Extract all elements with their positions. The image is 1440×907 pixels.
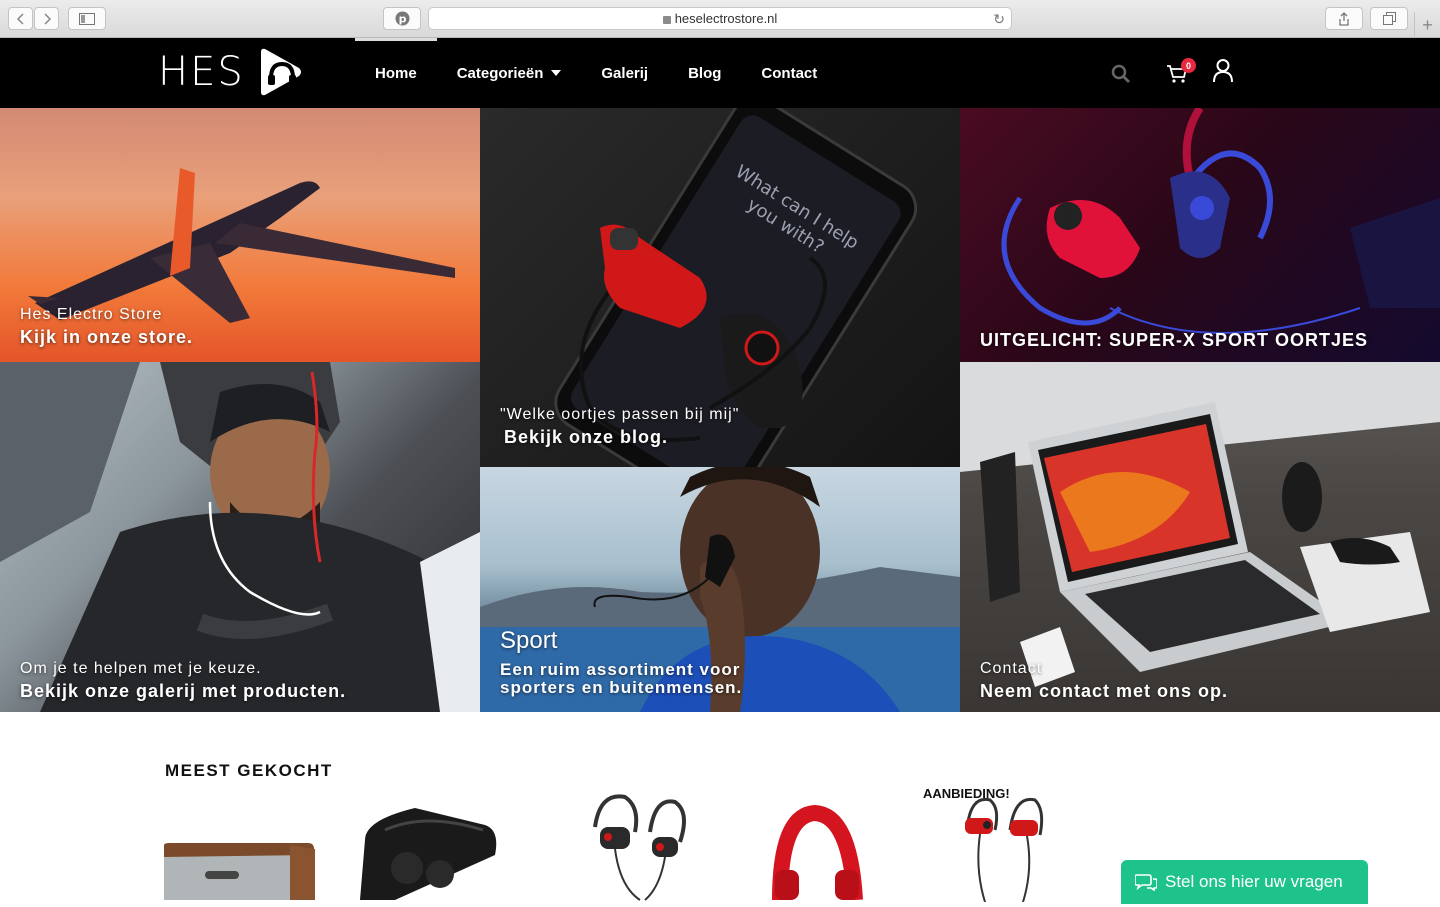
nav-categories[interactable]: Categorieën (437, 38, 582, 108)
tile-gallery-text: Om je te helpen met je keuze. Bekijk onz… (20, 660, 346, 702)
forward-button[interactable] (34, 7, 59, 30)
nav-blog-label: Blog (688, 64, 722, 82)
sport-earbuds-image (593, 794, 686, 901)
most-bought-title: MEEST GEKOCHT (165, 761, 333, 780)
tile-blog-small: "Welke oortjes passen bij mij" (500, 406, 740, 423)
chat-label: Stel ons hier uw vragen (1165, 872, 1343, 891)
tile-sport-desc: Een ruim assortiment voor sporters en bu… (500, 660, 743, 697)
chevron-right-icon (43, 12, 51, 25)
play-headphones-logo-icon (260, 48, 301, 96)
pinterest-button[interactable]: p (383, 7, 421, 30)
tile-store[interactable]: Hes Electro Store Kijk in onze store. (0, 108, 480, 362)
address-bar[interactable]: heselectrostore.nl ↻ (428, 7, 1012, 30)
product-red-headphones[interactable] (770, 804, 865, 905)
tabs-overview-button[interactable] (1370, 7, 1408, 30)
main-nav: Home Categorieën Galerij Blog Contact (355, 38, 837, 108)
tile-gallery[interactable]: Om je te helpen met je keuze. Bekijk onz… (0, 362, 480, 712)
nav-home[interactable]: Home (355, 38, 437, 108)
tile-contact-big: Neem contact met ons op. (980, 681, 1229, 701)
red-headphones-image (772, 804, 863, 901)
nav-categories-label: Categorieën (456, 64, 544, 82)
reload-icon[interactable]: ↻ (993, 11, 1005, 28)
search-icon (1111, 64, 1130, 83)
product-wireless-earbuds[interactable] (355, 800, 505, 905)
tile-blog[interactable]: What can I help you with? "Welke oortjes… (480, 108, 960, 468)
tile-gallery-small: Om je te helpen met je keuze. (20, 660, 262, 677)
tile-blog-big: Bekijk onze blog. (504, 427, 669, 447)
share-icon (1339, 11, 1349, 26)
pinterest-icon: p (395, 11, 409, 26)
tile-sport-title: Sport (500, 627, 558, 654)
speaker-image (164, 843, 315, 900)
sidebar-toggle-button[interactable] (68, 7, 106, 30)
tile-contact[interactable]: Contact Neem contact met ons op. (960, 362, 1440, 712)
account-button[interactable] (1212, 58, 1234, 89)
tile-sport-text: Sport Een ruim assortiment voor sporters… (500, 627, 760, 697)
caret-down-icon (551, 70, 562, 76)
tile-featured-big: UITGELICHT: SUPER-X SPORT OORTJES (980, 330, 1369, 350)
nav-home-label: Home (375, 64, 417, 82)
nav-gallery-label: Galerij (601, 64, 649, 82)
tile-sport[interactable]: Sport Een ruim assortiment voor sporters… (480, 467, 960, 712)
chevron-left-icon (16, 12, 24, 25)
sidebar-icon (79, 12, 95, 25)
red-sport-earbuds-image (965, 797, 1044, 903)
product-sport-earbuds-black[interactable] (580, 787, 695, 907)
svg-text:p: p (398, 13, 406, 26)
cart-button[interactable]: 0 (1166, 58, 1196, 89)
nav-contact-label: Contact (761, 64, 818, 82)
tile-store-big: Kijk in onze store. (20, 327, 194, 347)
nav-gallery[interactable]: Galerij (581, 38, 668, 108)
tile-blog-text: "Welke oortjes passen bij mij" Bekijk on… (500, 406, 739, 448)
tile-store-small: Hes Electro Store (20, 306, 163, 323)
product-speaker[interactable] (160, 785, 320, 905)
nav-blog[interactable]: Blog (668, 38, 741, 108)
product-sport-earbuds-red[interactable] (955, 790, 1050, 907)
back-button[interactable] (8, 7, 33, 30)
tabs-icon (1382, 12, 1396, 25)
cart-count-badge: 0 (1181, 58, 1196, 73)
tile-gallery-big: Bekijk onze galerij met producten. (20, 681, 347, 701)
sport-earbuds-image (1001, 108, 1440, 334)
logo-text: HES (158, 49, 245, 95)
tile-contact-text: Contact Neem contact met ons op. (980, 660, 1228, 702)
share-button[interactable] (1325, 7, 1363, 30)
tile-store-text: Hes Electro Store Kijk in onze store. (20, 306, 193, 348)
tile-featured-text: UITGELICHT: SUPER-X SPORT OORTJES (980, 327, 1368, 351)
browser-toolbar: p heselectrostore.nl ↻ + (0, 0, 1440, 38)
chat-bubbles-icon (1135, 874, 1157, 891)
earbuds-case-image (360, 808, 497, 900)
new-tab-button[interactable]: + (1414, 12, 1440, 38)
search-button[interactable] (1111, 64, 1131, 89)
url-text: heselectrostore.nl (674, 11, 778, 26)
lock-icon (662, 15, 671, 24)
site-header: HES Home Categorieën Galerij Blog Contac… (0, 38, 1440, 108)
chat-widget-button[interactable]: Stel ons hier uw vragen (1121, 860, 1368, 904)
nav-contact[interactable]: Contact (741, 38, 837, 108)
tile-featured[interactable]: UITGELICHT: SUPER-X SPORT OORTJES (960, 108, 1440, 362)
user-icon (1213, 59, 1233, 83)
logo[interactable]: HES (158, 46, 303, 98)
tile-contact-small: Contact (980, 660, 1043, 677)
